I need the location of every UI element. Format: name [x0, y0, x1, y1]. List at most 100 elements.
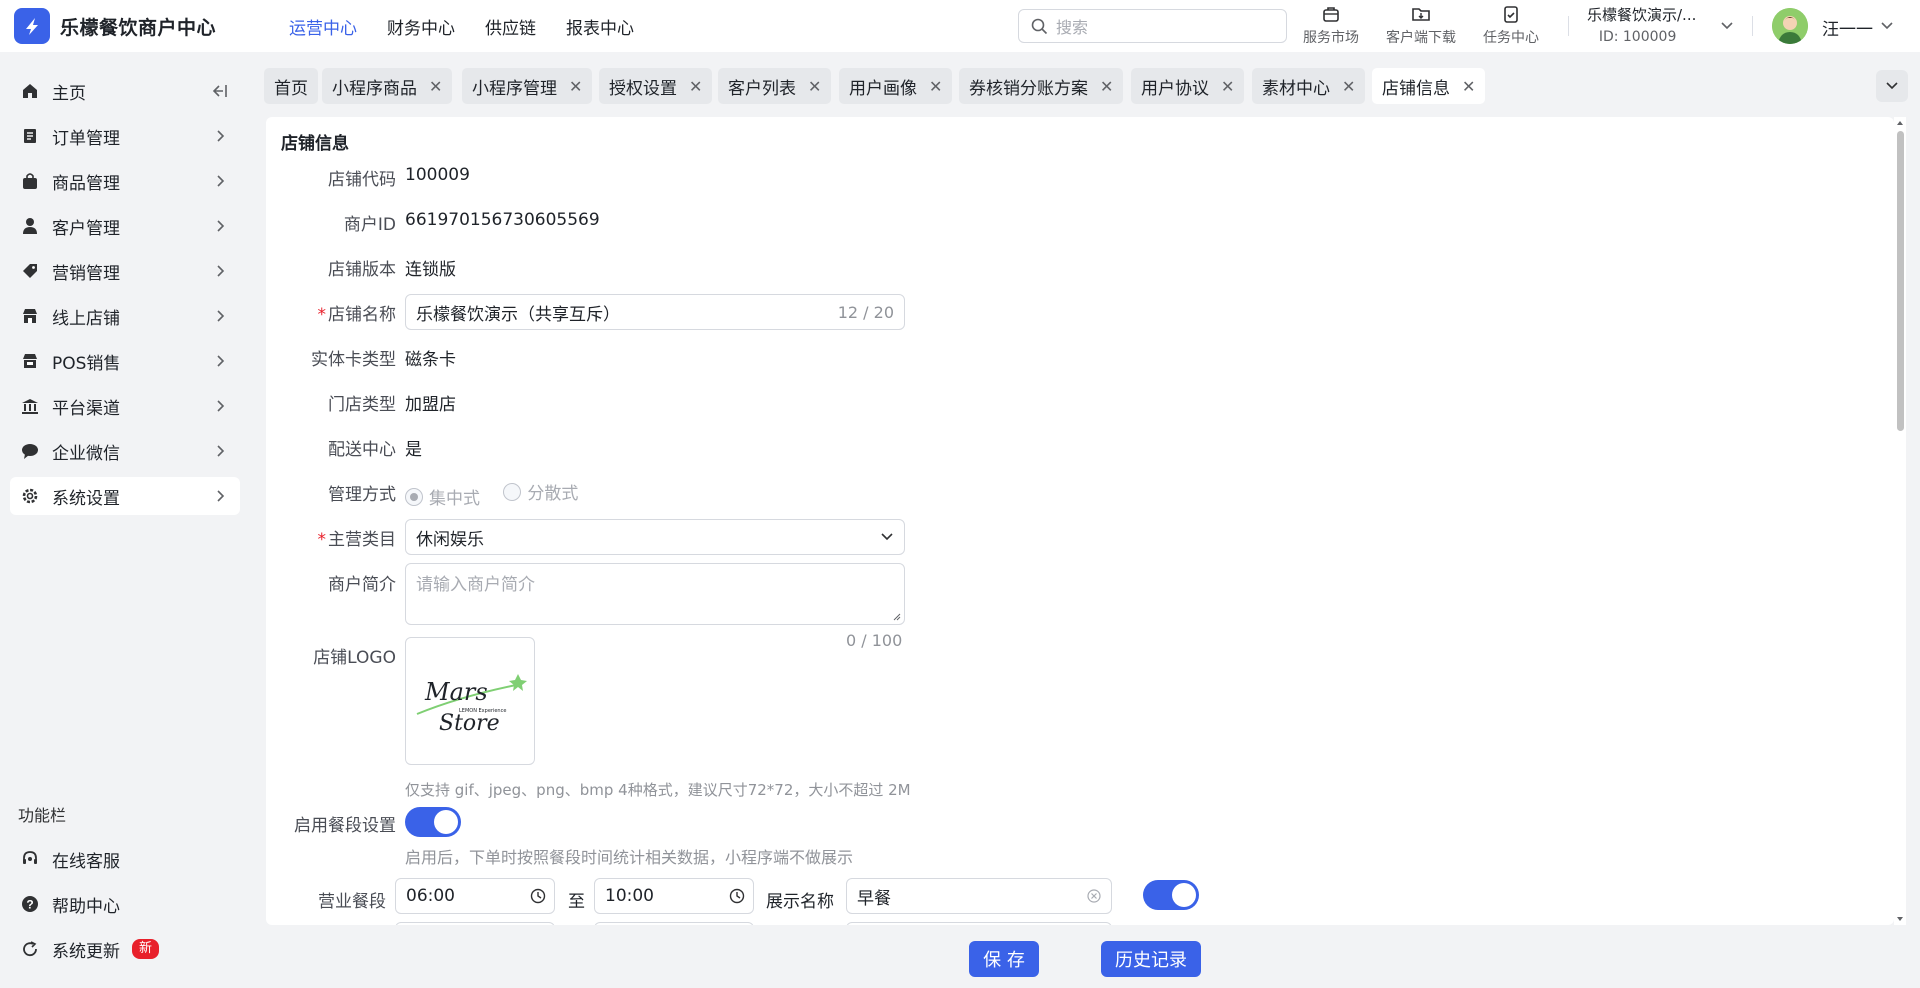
sidebar-item-customers[interactable]: 客户管理 [10, 207, 240, 245]
store-name-label-text: 店铺名称 [328, 305, 396, 325]
chevron-right-icon [217, 130, 225, 142]
sidebar-item-settings[interactable]: 系统设置 [10, 477, 240, 515]
tabs-more-button[interactable] [1876, 70, 1908, 102]
intro-count: 0 / 100 [846, 631, 903, 650]
save-button[interactable]: 保 存 [969, 941, 1039, 977]
logo-hint: 仅支持 gif、jpeg、png、bmp 4种格式，建议尺寸72*72，大小不超… [405, 781, 911, 799]
topnav-operations[interactable]: 运营中心 [289, 14, 357, 39]
tab-miniprogram-manage[interactable]: 小程序管理 ✕ [462, 68, 593, 104]
display-name-value: 早餐 [857, 888, 891, 909]
manage-mode-group: 集中式 分散式 [405, 479, 596, 509]
meal-period-toggle[interactable] [405, 807, 461, 837]
close-icon[interactable]: ✕ [1100, 77, 1113, 96]
store-code-label: 店铺代码 [328, 170, 396, 190]
tab-label: 用户协议 [1141, 78, 1209, 99]
close-icon[interactable]: ✕ [569, 77, 582, 96]
period-start-input[interactable]: 06:00 [395, 878, 555, 914]
task-center-button[interactable]: 任务中心 [1483, 4, 1539, 47]
collapse-sidebar-icon[interactable] [210, 83, 228, 99]
tab-coupon-split[interactable]: 券核销分账方案 ✕ [959, 68, 1124, 104]
close-icon[interactable]: ✕ [689, 77, 702, 96]
tab-material-center[interactable]: 素材中心 ✕ [1252, 68, 1366, 104]
close-icon[interactable]: ✕ [1462, 77, 1475, 96]
bag-icon [21, 172, 39, 190]
radio-decentralized[interactable]: 分散式 [503, 479, 578, 504]
close-icon[interactable]: ✕ [1342, 77, 1355, 96]
history-button[interactable]: 历史记录 [1101, 941, 1201, 977]
display-name-label: 展示名称 [766, 892, 834, 912]
scrollbar-thumb[interactable] [1897, 131, 1904, 431]
client-download-button[interactable]: 客户端下载 [1386, 4, 1456, 47]
scroll-down-icon[interactable] [1896, 915, 1904, 923]
action-bar: 保 存 历史记录 [250, 925, 1920, 988]
tab-user-profile[interactable]: 用户画像 ✕ [839, 68, 953, 104]
sidebar-item-online-store[interactable]: 线上店铺 [10, 297, 240, 335]
sidebar-item-label: 商品管理 [52, 173, 120, 194]
close-icon[interactable]: ✕ [929, 77, 942, 96]
period-toggle[interactable] [1143, 880, 1199, 910]
sidebar-item-wecom[interactable]: 企业微信 [10, 432, 240, 470]
service-market-button[interactable]: 服务市场 [1303, 4, 1359, 47]
chevron-down-icon [1886, 82, 1898, 90]
tab-miniprogram-products[interactable]: 小程序商品 ✕ [322, 68, 453, 104]
sidebar-item-help[interactable]: ? 帮助中心 [10, 885, 240, 923]
close-icon[interactable]: ✕ [808, 77, 821, 96]
user-name[interactable]: 汪一一 [1822, 15, 1873, 40]
meal-period-label: 启用餐段设置 [294, 816, 396, 836]
chevron-down-icon[interactable] [1720, 19, 1734, 33]
sidebar-item-label: 企业微信 [52, 443, 120, 464]
store-switcher[interactable]: 乐檬餐饮演示/... ID: 100009 [1587, 4, 1696, 48]
search-input[interactable]: 搜索 [1018, 9, 1287, 43]
topnav-reports[interactable]: 报表中心 [566, 14, 634, 39]
scroll-up-icon[interactable] [1896, 119, 1904, 127]
radio-centralized[interactable]: 集中式 [405, 484, 480, 509]
chat-icon [21, 442, 39, 460]
resize-handle-icon[interactable] [893, 613, 901, 621]
avatar[interactable] [1772, 8, 1808, 44]
tab-home[interactable]: 首页 [264, 68, 318, 104]
chevron-down-icon [881, 533, 893, 541]
sidebar-item-pos[interactable]: POS销售 [10, 342, 240, 380]
clock-icon [729, 888, 745, 904]
tab-store-info[interactable]: 店铺信息 ✕ [1372, 68, 1486, 104]
sidebar-item-orders[interactable]: 订单管理 [10, 117, 240, 155]
sidebar-item-label: POS销售 [52, 353, 121, 374]
scrollbar[interactable] [1894, 117, 1906, 925]
function-bar-title: 功能栏 [18, 806, 67, 825]
tab-customer-list[interactable]: 客户列表 ✕ [718, 68, 832, 104]
headset-icon [21, 850, 39, 868]
tag-icon [21, 262, 39, 280]
period-end-input[interactable]: 10:00 [594, 878, 754, 914]
tab-user-agreement[interactable]: 用户协议 ✕ [1131, 68, 1245, 104]
close-icon[interactable]: ✕ [429, 77, 442, 96]
tabs-bar: 首页 小程序商品 ✕ 小程序管理 ✕ 授权设置 ✕ 客户列表 ✕ 用户画像 ✕ 券核销分账… [264, 68, 1904, 104]
card-type-value: 磁条卡 [405, 350, 456, 370]
sidebar-item-label: 平台渠道 [52, 398, 120, 419]
logo-upload[interactable]: Mars LEMON Experience Store [405, 637, 535, 765]
topnav-finance[interactable]: 财务中心 [387, 14, 455, 39]
divider [1568, 16, 1569, 36]
sidebar-item-home[interactable]: 主页 [10, 72, 240, 110]
app-logo[interactable]: 乐檬餐饮商户中心 [14, 8, 264, 44]
store-name-input[interactable]: 乐檬餐饮演示（共享互斥） 12 / 20 [405, 294, 905, 330]
sidebar-item-marketing[interactable]: 营销管理 [10, 252, 240, 290]
tab-auth-settings[interactable]: 授权设置 ✕ [599, 68, 713, 104]
version-label: 店铺版本 [328, 260, 396, 280]
business-period-label: 营业餐段 [318, 892, 386, 912]
display-name-input[interactable]: 早餐 [846, 878, 1112, 914]
page-title: 店铺信息 [281, 134, 349, 154]
topnav-supply-chain[interactable]: 供应链 [485, 14, 536, 39]
sidebar-item-channels[interactable]: 平台渠道 [10, 387, 240, 425]
sidebar-item-label: 线上店铺 [52, 308, 120, 329]
refresh-icon [21, 940, 39, 958]
sidebar-item-system-update[interactable]: 系统更新 新 [10, 930, 240, 968]
sidebar-item-label: 营销管理 [52, 263, 120, 284]
category-select[interactable]: 休闲娱乐 [405, 519, 905, 555]
sidebar-item-products[interactable]: 商品管理 [10, 162, 240, 200]
sidebar-item-online-service[interactable]: 在线客服 [10, 840, 240, 878]
sidebar-item-label: 客户管理 [52, 218, 120, 239]
clear-icon[interactable] [1087, 889, 1101, 903]
chevron-down-icon[interactable] [1880, 19, 1894, 33]
intro-textarea[interactable]: 请输入商户简介 [405, 563, 905, 625]
close-icon[interactable]: ✕ [1221, 77, 1234, 96]
